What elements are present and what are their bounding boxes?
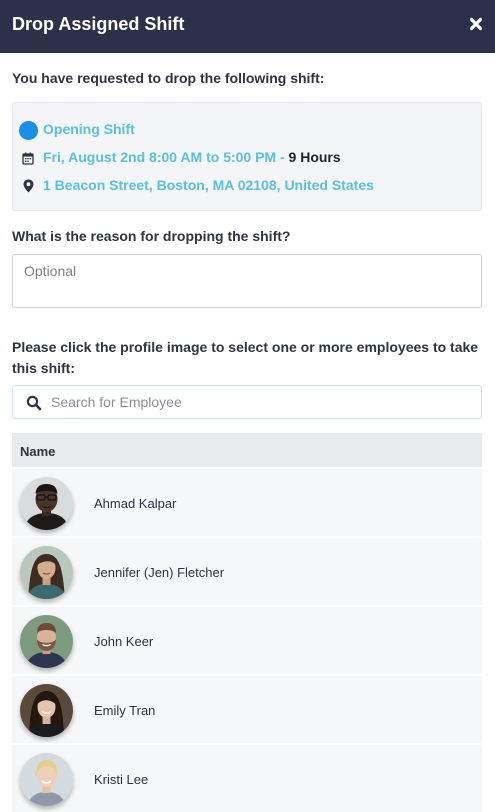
employee-name: Jennifer (Jen) Fletcher	[94, 565, 225, 580]
search-icon	[26, 395, 42, 411]
shift-duration: 9 Hours	[288, 149, 341, 165]
select-employees-label: Please click the profile image to select…	[12, 339, 479, 376]
avatar[interactable]	[20, 546, 73, 599]
shift-location: 1 Beacon Street, Boston, MA 02108, Unite…	[43, 177, 374, 193]
employee-name: Kristi Lee	[94, 772, 149, 787]
table-row: Jennifer (Jen) Fletcher	[12, 536, 482, 605]
modal-header: Drop Assigned Shift	[0, 0, 495, 53]
search-input[interactable]	[51, 387, 471, 417]
avatar[interactable]	[20, 684, 73, 737]
modal-title: Drop Assigned Shift	[12, 14, 185, 34]
table-header-name: Name	[12, 433, 482, 467]
employee-name: Ahmad Kalpar	[94, 496, 177, 511]
reason-field[interactable]	[12, 254, 482, 308]
table-row: John Keer	[12, 605, 482, 674]
avatar[interactable]	[20, 753, 73, 806]
close-icon[interactable]	[467, 14, 485, 34]
employee-name: Emily Tran	[94, 703, 156, 718]
drop-intro-text: You have requested to drop the following…	[12, 70, 325, 86]
shift-color-icon	[13, 120, 43, 140]
employee-name: John Keer	[94, 634, 154, 649]
calendar-icon	[13, 149, 43, 167]
avatar[interactable]	[20, 477, 73, 530]
avatar[interactable]	[20, 615, 73, 668]
shift-name-row: Opening Shift	[18, 120, 135, 140]
table-row: Kristi Lee	[12, 743, 482, 812]
table-row: Emily Tran	[12, 674, 482, 743]
shift-datetime-row: Fri, August 2nd 8:00 AM to 5:00 PM - 9 H…	[22, 149, 341, 165]
shift-location-row: 1 Beacon Street, Boston, MA 02108, Unite…	[23, 177, 374, 193]
shift-datetime: Fri, August 2nd 8:00 AM to 5:00 PM -	[43, 149, 285, 165]
table-row: Ahmad Kalpar	[12, 467, 482, 536]
shift-details-card: Opening Shift Fri, August 2nd 8:00 AM to…	[12, 102, 482, 211]
employee-table: Name Ahmad Kalpar Jennifer (Jen) Fletche…	[12, 433, 482, 812]
shift-name: Opening Shift	[43, 121, 135, 137]
map-marker-icon	[13, 177, 43, 195]
reason-label: What is the reason for dropping the shif…	[12, 228, 291, 244]
employee-search	[12, 385, 482, 419]
